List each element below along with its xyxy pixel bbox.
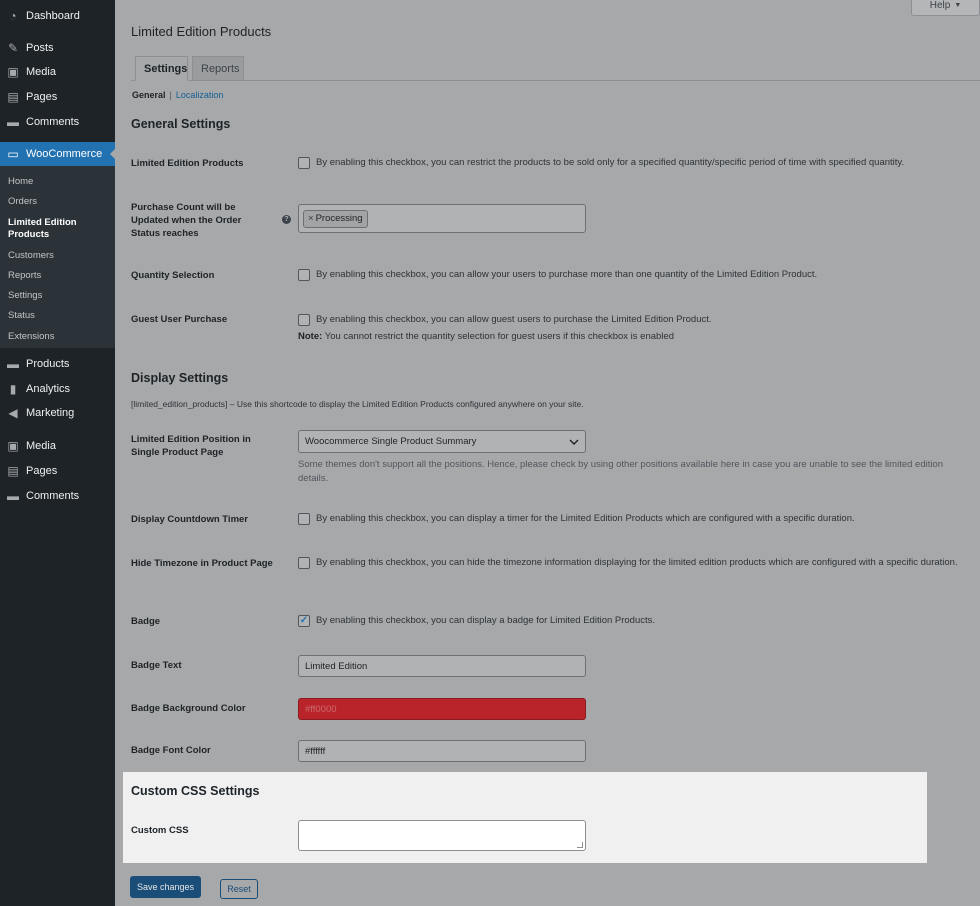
megaphone-icon: ◀ [8, 406, 18, 420]
menu-media[interactable]: ▣ Media [0, 60, 115, 84]
display-settings-heading: Display Settings [131, 371, 229, 385]
menu-media-2[interactable]: ▣ Media [0, 434, 115, 458]
badge-text-input[interactable]: Limited Edition [298, 655, 586, 677]
status-chip-processing[interactable]: × Processing [303, 209, 368, 228]
media-icon: ▣ [7, 65, 19, 79]
badge-font-label: Badge Font Color [131, 745, 211, 756]
quantity-selection-label: Quantity Selection [131, 270, 215, 281]
caret-down-icon: ▼ [954, 2, 962, 9]
menu-posts[interactable]: ✎ Posts [0, 36, 115, 60]
submenu-reports[interactable]: Reports [8, 270, 112, 282]
order-status-multiselect[interactable]: × Processing [298, 204, 586, 233]
submenu-limited-edition-products[interactable]: Limited Edition Products [8, 217, 80, 241]
menu-marketing[interactable]: ◀ Marketing [0, 401, 115, 425]
comment-icon: ▬ [7, 489, 19, 503]
badge-bg-color-input[interactable]: #ff0000 [298, 698, 586, 720]
reset-button[interactable]: Reset [220, 879, 258, 899]
custom-css-label: Custom CSS [131, 825, 189, 836]
woocommerce-submenu: Home Orders Limited Edition Products Cus… [0, 166, 115, 348]
page-title: Limited Edition Products [131, 24, 272, 39]
position-description: Some themes don't support all the positi… [298, 459, 944, 484]
quantity-selection-checkbox[interactable] [298, 269, 310, 281]
chevron-down-icon [569, 439, 579, 445]
submenu-settings[interactable]: Settings [8, 290, 112, 302]
menu-products[interactable]: ▬ Products [0, 352, 115, 376]
custom-css-panel: Custom CSS Settings Custom CSS [123, 772, 927, 863]
menu-analytics[interactable]: ▮ Analytics [0, 377, 115, 401]
tab-reports[interactable]: Reports [192, 56, 244, 81]
badge-bg-label: Badge Background Color [131, 703, 246, 714]
subnav-separator: | [169, 90, 172, 100]
submenu-orders[interactable]: Orders [8, 196, 112, 208]
menu-woocommerce[interactable]: ▭ WooCommerce [0, 142, 116, 166]
badge-font-color-input[interactable]: #ffffff [298, 740, 586, 762]
tab-settings[interactable]: Settings [135, 56, 188, 81]
badge-checkbox[interactable]: ✓ [298, 615, 310, 627]
submenu-customers[interactable]: Customers [8, 250, 112, 262]
custom-css-heading: Custom CSS Settings [131, 784, 260, 798]
admin-sidebar: ◔ Dashboard ✎ Posts ▣ Media ▤ Pages ▬ Comment… [0, 0, 116, 906]
quantity-selection-row: By enabling this checkbox, you can allow… [298, 268, 968, 282]
page-icon: ▤ [7, 464, 19, 478]
guest-purchase-note: Note: You cannot restrict the quantity s… [298, 331, 674, 342]
position-label: Limited Edition Position in Single Produ… [131, 434, 251, 458]
menu-comments[interactable]: ▬ Comments [0, 110, 115, 134]
products-icon: ▬ [7, 357, 19, 371]
chip-remove-icon[interactable]: × [308, 213, 314, 224]
submenu-status[interactable]: Status [8, 310, 112, 322]
help-tip-icon[interactable]: ? [282, 215, 291, 224]
menu-pages[interactable]: ▤ Pages [0, 85, 115, 109]
countdown-label: Display Countdown Timer [131, 514, 249, 525]
save-changes-button[interactable]: Save changes [130, 876, 201, 898]
guest-purchase-row: By enabling this checkbox, you can allow… [298, 313, 968, 327]
general-settings-heading: General Settings [131, 117, 231, 131]
badge-row: ✓ By enabling this checkbox, you can dis… [298, 615, 656, 627]
countdown-row: By enabling this checkbox, you can displ… [298, 512, 968, 526]
submenu-home[interactable]: Home [8, 176, 112, 188]
limited-edition-label: Limited Edition Products [131, 158, 244, 169]
page-icon: ▤ [7, 90, 19, 104]
timezone-row: By enabling this checkbox, you can hide … [298, 556, 968, 570]
analytics-icon: ▮ [9, 382, 17, 396]
badge-text-label: Badge Text [131, 660, 182, 671]
main-content: Help ▼ Limited Edition Products Settings… [115, 0, 980, 906]
purchase-count-label: Purchase Count will be Updated when the … [131, 202, 242, 239]
badge-label: Badge [131, 616, 161, 627]
dashboard-icon: ◔ [9, 9, 17, 23]
position-select[interactable]: Woocommerce Single Product Summary [298, 430, 586, 453]
menu-dashboard[interactable]: ◔ Dashboard [0, 4, 115, 28]
section-subnav: General | Localization [132, 90, 223, 100]
menu-pages-2[interactable]: ▤ Pages [0, 459, 115, 483]
timezone-label: Hide Timezone in Product Page [131, 558, 273, 569]
comment-icon: ▬ [7, 115, 19, 129]
subnav-localization[interactable]: Localization [176, 90, 224, 100]
guest-purchase-label: Guest User Purchase [131, 314, 228, 325]
pin-icon: ✎ [7, 41, 19, 55]
limited-edition-checkbox[interactable] [298, 157, 310, 169]
shortcode-description: [limited_edition_products] – Use this sh… [131, 399, 584, 409]
limited-edition-row: By enabling this checkbox, you can restr… [298, 156, 968, 170]
resize-grip-icon[interactable] [577, 842, 583, 848]
woo-icon: ▭ [7, 147, 19, 161]
guest-purchase-checkbox[interactable] [298, 314, 310, 326]
countdown-checkbox[interactable] [298, 513, 310, 525]
settings-tabs: Settings Reports [131, 56, 980, 81]
media-icon: ▣ [7, 439, 19, 453]
menu-comments-2[interactable]: ▬ Comments [0, 484, 115, 508]
help-button[interactable]: Help ▼ [911, 0, 980, 16]
custom-css-textarea[interactable] [298, 820, 586, 851]
subnav-general[interactable]: General [132, 90, 166, 100]
timezone-checkbox[interactable] [298, 557, 310, 569]
submenu-extensions[interactable]: Extensions [8, 331, 112, 343]
